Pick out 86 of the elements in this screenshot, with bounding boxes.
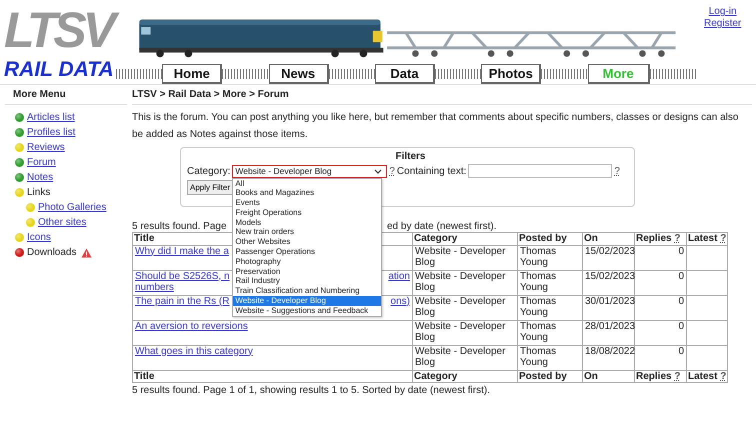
dropdown-option[interactable]: Train Classification and Numbering bbox=[233, 286, 382, 296]
column-header: On bbox=[582, 232, 634, 245]
nav-tab[interactable]: Data bbox=[374, 64, 435, 84]
table-cell: Website - Developer Blog bbox=[412, 245, 518, 270]
column-header: Replies ? bbox=[634, 370, 686, 382]
table-cell: Thomas Young bbox=[518, 245, 582, 270]
dropdown-option[interactable]: Rail Industry bbox=[233, 276, 382, 286]
table-cell: Thomas Young bbox=[518, 320, 582, 345]
topic-link[interactable]: An aversion to reversions bbox=[135, 320, 248, 332]
menu-title: More Menu bbox=[5, 85, 127, 105]
help-link[interactable]: ? bbox=[614, 166, 620, 176]
table-cell: Website - Developer Blog bbox=[412, 270, 518, 295]
account-link[interactable]: Log-in bbox=[708, 6, 737, 17]
dropdown-option[interactable]: Events bbox=[233, 198, 382, 208]
dropdown-option[interactable]: Models bbox=[233, 218, 382, 228]
category-label: Category: bbox=[187, 166, 230, 176]
column-header: Latest ? bbox=[686, 232, 728, 245]
dropdown-option[interactable]: Freight Operations bbox=[233, 208, 382, 218]
dropdown-option[interactable]: New train orders bbox=[233, 227, 382, 238]
table-cell: 0 bbox=[634, 320, 686, 345]
results-summary: 5 results found. Page 1 of 1, showing results 1 to 5. Sorted by date (newest first). bbox=[132, 385, 491, 396]
menu-label: Links bbox=[27, 187, 50, 198]
table-cell: 30/01/2023 bbox=[582, 295, 634, 320]
menu-label: Downloads bbox=[27, 247, 76, 258]
menu-link[interactable]: Reviews bbox=[27, 142, 65, 153]
dropdown-option[interactable]: Books and Magazines bbox=[233, 188, 382, 198]
text-input[interactable] bbox=[468, 164, 612, 178]
menu-link[interactable]: Profiles list bbox=[27, 127, 76, 138]
text-label: Containing text: bbox=[396, 166, 466, 176]
breadcrumb: LTSV > Rail Data > More > Forum bbox=[132, 85, 752, 105]
dropdown-option[interactable]: Preservation bbox=[233, 266, 382, 276]
menu-link[interactable]: Photo Galleries bbox=[38, 202, 106, 213]
table-cell: 0 bbox=[634, 295, 686, 320]
table-cell: Thomas Young bbox=[518, 345, 582, 370]
nav-tab[interactable]: News bbox=[268, 64, 329, 84]
menu-link[interactable]: Articles list bbox=[27, 112, 75, 123]
topic-link[interactable]: ation bbox=[388, 270, 410, 282]
table-cell: 0 bbox=[634, 245, 686, 270]
dropdown-option[interactable]: Website - Suggestions and Feedback bbox=[233, 306, 382, 316]
column-header: Latest ? bbox=[686, 370, 728, 382]
topic-link[interactable]: numbers bbox=[135, 282, 174, 294]
menu-link[interactable]: Forum bbox=[27, 157, 56, 168]
topic-link[interactable]: Why did I make the a bbox=[135, 246, 229, 257]
table-cell: Website - Developer Blog bbox=[412, 320, 518, 345]
logo-title: RAIL DATA bbox=[4, 58, 114, 82]
nav-tab[interactable]: Photos bbox=[481, 64, 542, 84]
column-header: Posted by bbox=[518, 370, 582, 382]
results-summary: ed by date (newest first). bbox=[387, 221, 496, 232]
dropdown-option[interactable]: Other Websites bbox=[233, 237, 382, 248]
results-summary: 5 results found. Page bbox=[132, 221, 227, 232]
help-link[interactable]: ? bbox=[389, 166, 395, 176]
table-cell: Website - Developer Blog bbox=[412, 295, 518, 320]
column-header: Category bbox=[412, 232, 518, 245]
menu-link[interactable]: Notes bbox=[27, 172, 54, 183]
filters-title: Filters bbox=[394, 151, 426, 162]
column-header: Replies ? bbox=[634, 232, 686, 245]
topic-link[interactable]: What goes in this category bbox=[135, 346, 253, 357]
menu-link[interactable]: Icons bbox=[27, 232, 51, 243]
apply-filter-button[interactable]: Apply Filter bbox=[187, 180, 234, 195]
table-cell: 15/02/2023 bbox=[582, 245, 634, 270]
topic-link[interactable]: The pain in the Rs (R bbox=[135, 296, 230, 307]
dropdown-option[interactable]: Passenger Operations bbox=[233, 247, 382, 257]
dropdown-option[interactable]: Website - Developer Blog bbox=[233, 296, 382, 306]
intro-text: This is the forum. You can post anything you like here, but remember that comments about specific numbers, classes or designs can also be added as Notes against those items. bbox=[132, 111, 740, 142]
dropdown-option[interactable]: Photography bbox=[233, 256, 382, 267]
column-header: Category bbox=[412, 370, 518, 382]
account-link[interactable]: Register bbox=[704, 18, 742, 29]
topic-link[interactable]: Should be S2526S, n bbox=[135, 270, 230, 282]
chevron-icon bbox=[374, 168, 382, 174]
table-cell: Website - Developer Blog bbox=[412, 345, 518, 370]
nav-tab[interactable]: Home bbox=[162, 64, 222, 84]
menu-link[interactable]: Other sites bbox=[38, 217, 86, 228]
column-header: Title bbox=[132, 370, 412, 382]
table-cell: Thomas Young bbox=[518, 295, 582, 320]
table-cell: 18/08/2022 bbox=[582, 345, 634, 370]
table-cell: 0 bbox=[634, 345, 686, 370]
topic-link[interactable]: ons) bbox=[390, 296, 410, 307]
table-cell: 0 bbox=[634, 270, 686, 295]
table-cell: 28/01/2023 bbox=[582, 320, 634, 345]
column-header: Posted by bbox=[518, 232, 582, 245]
category-select[interactable]: Website - Developer Blog bbox=[232, 164, 388, 178]
logo-letters: LTSV bbox=[4, 2, 120, 58]
column-header: On bbox=[582, 370, 634, 382]
dropdown-option[interactable]: All bbox=[233, 178, 382, 188]
table-cell: 15/02/2023 bbox=[582, 270, 634, 295]
table-cell: Thomas Young bbox=[518, 270, 582, 295]
